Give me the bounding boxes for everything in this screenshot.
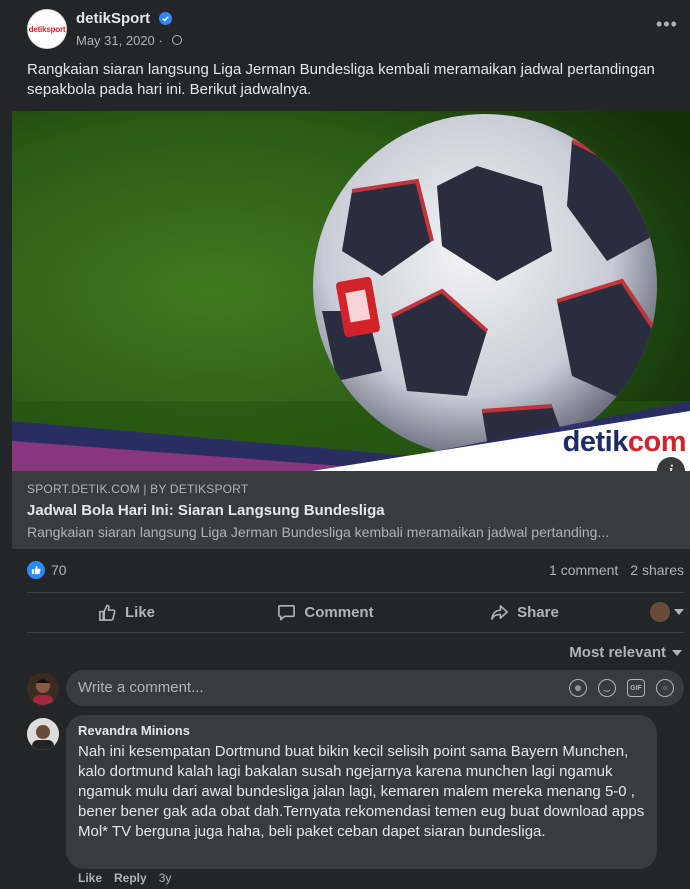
comment-placeholder: Write a comment...: [78, 679, 204, 696]
like-button[interactable]: Like: [27, 603, 226, 622]
share-count[interactable]: 2 shares: [630, 562, 684, 578]
link-title: Jadwal Bola Hari Ini: Siaran Langsung Bu…: [27, 502, 385, 519]
post-date[interactable]: May 31, 2020 ·: [76, 33, 163, 48]
comment-like-link[interactable]: Like: [78, 871, 102, 885]
comment-actions: Like Reply 3y: [78, 871, 171, 885]
page-avatar[interactable]: detiksport: [27, 9, 67, 49]
commenter-avatar[interactable]: [27, 718, 59, 750]
more-options-icon[interactable]: •••: [656, 15, 678, 33]
link-domain: SPORT.DETIK.COM | BY DETIKSPORT: [27, 482, 249, 496]
comment-button[interactable]: Comment: [226, 603, 425, 622]
page-logo: detiksport: [28, 24, 66, 34]
post-card: detiksport detikSport May 31, 2020 · •••…: [0, 0, 690, 889]
comment-sort-dropdown[interactable]: Most relevant: [569, 644, 682, 661]
comment-input-tools: ◍ ‿ GIF ☺: [569, 679, 674, 697]
share-button[interactable]: Share: [425, 603, 624, 622]
sticker-alt-icon[interactable]: ☺: [656, 679, 674, 697]
comment-text: Nah ini kesempatan Dortmund buat bikin k…: [78, 743, 645, 840]
post-actions: Like Comment Share: [27, 593, 684, 631]
comment-count[interactable]: 1 comment: [549, 562, 618, 578]
thumbs-up-icon: [99, 604, 116, 621]
chevron-down-icon: [672, 649, 682, 656]
sort-label: Most relevant: [569, 644, 666, 661]
post-image[interactable]: detikcom: [12, 111, 690, 471]
reactions-summary[interactable]: 70: [27, 560, 67, 580]
comment-input[interactable]: Write a comment... ◍ ‿ GIF ☺: [66, 670, 684, 706]
comment-age[interactable]: 3y: [159, 871, 172, 885]
emoji-icon[interactable]: ‿: [598, 679, 616, 697]
reaction-count: 70: [51, 562, 67, 578]
page-name[interactable]: detikSport: [76, 10, 150, 27]
soccer-ball-illustration: [12, 111, 690, 471]
verified-badge-icon: [159, 12, 172, 25]
avatar: [650, 602, 670, 622]
post-stats: 1 comment 2 shares: [549, 562, 684, 578]
comment-bubble: Revandra Minions Nah ini kesempatan Dort…: [66, 715, 657, 869]
comment-icon: [278, 604, 296, 620]
gif-icon[interactable]: GIF: [627, 679, 645, 697]
brand-part-2: com: [627, 426, 687, 458]
divider: [27, 632, 684, 633]
like-label: Like: [124, 603, 155, 621]
chevron-down-icon: [674, 609, 684, 615]
globe-icon: [172, 35, 182, 45]
like-reaction-icon: [27, 561, 45, 579]
comment-label: Comment: [304, 603, 374, 621]
link-preview[interactable]: SPORT.DETIK.COM | BY DETIKSPORT Jadwal B…: [12, 471, 690, 549]
share-icon: [491, 604, 509, 620]
audience-selector[interactable]: [624, 602, 684, 622]
current-user-avatar[interactable]: [27, 673, 59, 705]
brand-part-1: detik: [562, 426, 629, 458]
sticker-icon[interactable]: ◍: [569, 679, 587, 697]
post-header: detiksport detikSport May 31, 2020 · •••: [0, 0, 690, 58]
comment-reply-link[interactable]: Reply: [114, 871, 147, 885]
link-description: Rangkaian siaran langsung Liga Jerman Bu…: [27, 524, 610, 540]
share-label: Share: [517, 603, 559, 621]
comment-author[interactable]: Revandra Minions: [78, 723, 190, 738]
post-text: Rangkaian siaran langsung Liga Jerman Bu…: [27, 61, 655, 98]
image-brand-logo: detikcom: [562, 426, 687, 459]
